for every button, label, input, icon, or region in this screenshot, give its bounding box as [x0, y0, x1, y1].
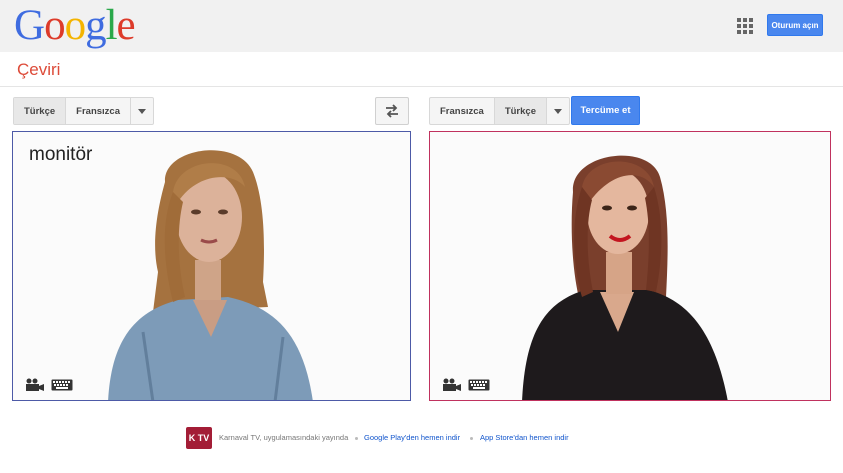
- section-bar: Çeviri: [0, 52, 843, 87]
- logo-letter: o: [64, 2, 86, 49]
- apps-grid-icon[interactable]: [737, 18, 753, 34]
- camera-icon[interactable]: [442, 378, 462, 392]
- target-output-tools: [442, 378, 490, 392]
- google-logo[interactable]: Google: [14, 2, 136, 49]
- source-language-bar: Türkçe Fransızca: [13, 97, 154, 125]
- target-lang-dropdown[interactable]: [547, 98, 569, 124]
- target-lang-turkish[interactable]: Türkçe: [494, 98, 547, 124]
- swap-arrows-icon: [386, 104, 398, 118]
- camera-icon[interactable]: [25, 378, 45, 392]
- footer: K TV Karnaval TV, uygulamasındaki yayınd…: [0, 425, 843, 451]
- footer-text: Karnaval TV, uygulamasındaki yayında: [219, 433, 349, 442]
- source-text[interactable]: monitör: [29, 144, 92, 166]
- target-language-bar: Fransızca Türkçe: [429, 97, 570, 125]
- ktv-logo[interactable]: K TV: [186, 427, 212, 449]
- swap-languages-button[interactable]: [375, 97, 409, 125]
- translate-button[interactable]: Tercüme et: [571, 96, 640, 125]
- source-lang-turkish[interactable]: Türkçe: [14, 98, 67, 124]
- target-lang-french[interactable]: Fransızca: [430, 98, 495, 124]
- source-input-tools: [25, 378, 73, 392]
- keyboard-icon[interactable]: [51, 379, 73, 391]
- app-store-link[interactable]: App Store'dan hemen indir: [480, 433, 569, 442]
- signin-button[interactable]: Oturum açın: [767, 14, 823, 36]
- chevron-down-icon: [553, 108, 562, 114]
- footer-separator: [355, 437, 358, 440]
- chevron-down-icon: [137, 108, 146, 114]
- google-play-link[interactable]: Google Play'den hemen indir: [364, 433, 460, 442]
- logo-letter: G: [14, 2, 45, 49]
- page-title: Çeviri: [17, 60, 61, 79]
- presenter-figure-right: [522, 155, 728, 400]
- logo-letter: g: [85, 2, 106, 49]
- top-bar: Google Oturum açın: [0, 0, 843, 52]
- source-lang-french[interactable]: Fransızca: [66, 98, 131, 124]
- footer-separator: [470, 437, 473, 440]
- target-panel: [429, 131, 831, 401]
- keyboard-icon[interactable]: [468, 379, 490, 391]
- presenter-figure-left: [108, 150, 313, 400]
- source-panel[interactable]: monitör: [12, 131, 411, 401]
- logo-letter: e: [116, 2, 136, 49]
- logo-letter: o: [44, 2, 65, 49]
- logo-letter: l: [105, 2, 118, 49]
- source-lang-dropdown[interactable]: [131, 98, 153, 124]
